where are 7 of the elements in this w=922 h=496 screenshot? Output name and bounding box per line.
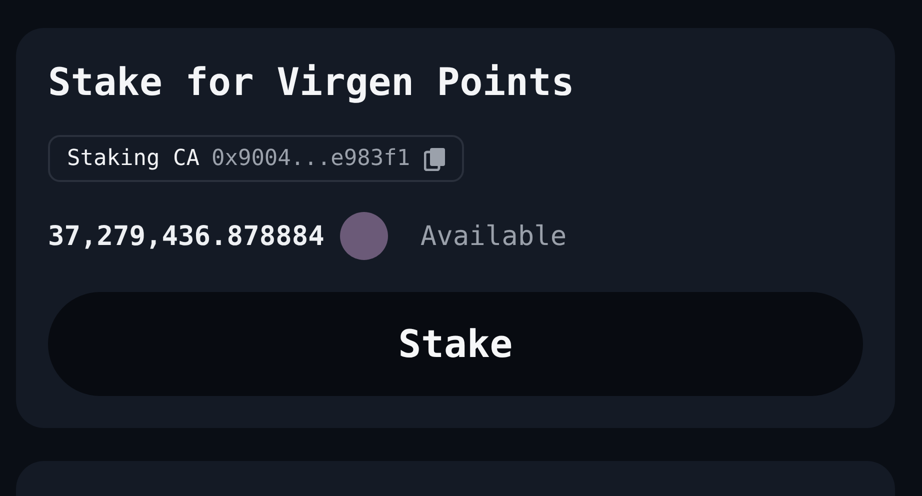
balance-status: Available	[420, 220, 567, 252]
copy-icon[interactable]	[424, 146, 446, 171]
card-title: Stake for Virgen Points	[48, 59, 574, 106]
contract-address: 0x9004...e983f1	[211, 146, 410, 172]
stake-button[interactable]: Stake	[48, 292, 863, 396]
contract-label: Staking CA	[67, 146, 200, 172]
balance-amount: 37,279,436.878884	[48, 220, 324, 252]
